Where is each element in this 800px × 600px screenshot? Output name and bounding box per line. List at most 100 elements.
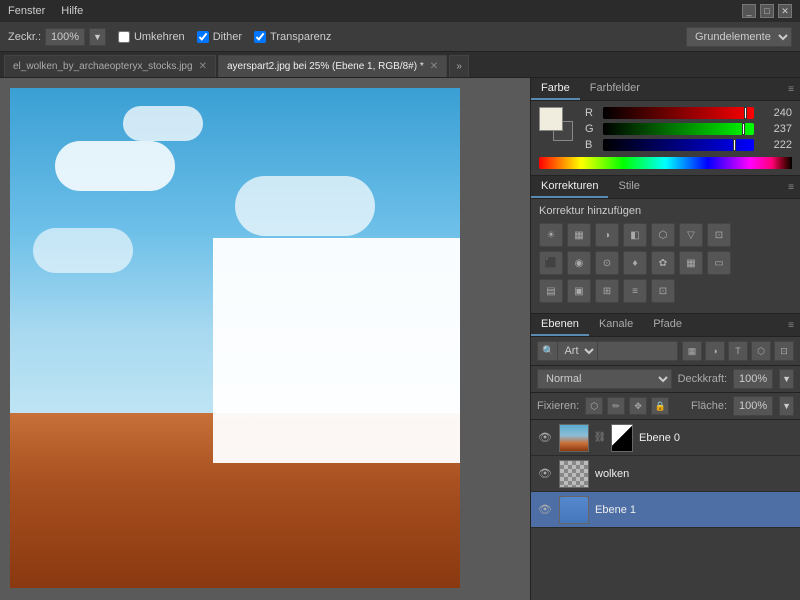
- korr-icon-brightness[interactable]: ☀: [539, 223, 563, 247]
- korr-icon-color-balance[interactable]: ⊡: [707, 223, 731, 247]
- layer-visibility-ebene0[interactable]: 👁: [537, 430, 553, 446]
- korrekturen-panel-menu[interactable]: ≡: [782, 180, 800, 195]
- layer-visibility-ebene1[interactable]: 👁: [537, 502, 553, 518]
- flache-dropdown-button[interactable]: ▼: [779, 396, 794, 416]
- fixieren-label: Fixieren:: [537, 400, 579, 412]
- close-button[interactable]: ✕: [778, 4, 792, 18]
- menu-bar[interactable]: Fenster Hilfe: [8, 5, 83, 17]
- korr-icon-exposure[interactable]: ◧: [623, 223, 647, 247]
- foreground-color[interactable]: [539, 107, 563, 131]
- ebenen-filter-type[interactable]: T: [728, 341, 748, 361]
- title-bar: Fenster Hilfe _ □ ✕: [0, 0, 800, 22]
- flache-label: Fläche:: [691, 400, 727, 412]
- korr-icon-misc[interactable]: ⊡: [651, 279, 675, 303]
- umkehren-label[interactable]: Umkehren: [118, 31, 185, 43]
- tab-overflow-button[interactable]: »: [449, 55, 469, 77]
- window-controls[interactable]: _ □ ✕: [742, 4, 792, 18]
- korr-icon-selective[interactable]: ▤: [539, 279, 563, 303]
- tab-pfade[interactable]: Pfade: [643, 314, 692, 336]
- ebenen-panel-menu[interactable]: ≡: [782, 318, 800, 333]
- tab-bar: el_wolken_by_archaeopteryx_stocks.jpg ✕ …: [0, 52, 800, 78]
- korrekturen-icons-row2: ⬛ ◉ ⊙ ♦ ✿ ▦ ▭: [539, 251, 792, 275]
- ebenen-filter-pixel[interactable]: ▦: [682, 341, 702, 361]
- layer-link-ebene0: ⛓: [595, 432, 605, 443]
- korr-icon-curves[interactable]: ◑: [595, 223, 619, 247]
- korr-icon-photo-filter[interactable]: ◉: [567, 251, 591, 275]
- green-slider-track[interactable]: [603, 123, 754, 135]
- flache-input[interactable]: [733, 396, 773, 416]
- zoom-input[interactable]: [45, 28, 85, 46]
- layer-item-wolken[interactable]: 👁 wolken: [531, 456, 800, 492]
- layer-list: 👁 ⛓ Ebene 0 👁 wolken: [531, 420, 800, 600]
- menu-hilfe[interactable]: Hilfe: [61, 5, 83, 17]
- canvas-area[interactable]: [0, 78, 530, 600]
- transparenz-checkbox[interactable]: [254, 31, 266, 43]
- thumb-blue-ebene1: [560, 497, 588, 523]
- search-box[interactable]: 🔍 Art: [537, 341, 678, 361]
- layer-mask-thumb-ebene0: [611, 424, 633, 452]
- korr-icon-gradient2[interactable]: ≡: [623, 279, 647, 303]
- tab-wolken[interactable]: el_wolken_by_archaeopteryx_stocks.jpg ✕: [4, 55, 216, 77]
- ebenen-filter-adjust[interactable]: ◑: [705, 341, 725, 361]
- deckkraft-dropdown-button[interactable]: ▼: [779, 369, 794, 389]
- color-swatches[interactable]: [539, 107, 577, 143]
- korr-icon-threshold[interactable]: ▦: [679, 251, 703, 275]
- layer-item-ebene0[interactable]: 👁 ⛓ Ebene 0: [531, 420, 800, 456]
- tab-korrekturen[interactable]: Korrekturen: [531, 176, 608, 198]
- art-select[interactable]: Art: [557, 341, 598, 361]
- layer-item-ebene1[interactable]: 👁 Ebene 1: [531, 492, 800, 528]
- korr-icon-pattern[interactable]: ⊞: [595, 279, 619, 303]
- red-slider-thumb[interactable]: [744, 107, 747, 119]
- color-panel-menu[interactable]: ≡: [782, 82, 800, 97]
- fix-brush-icon[interactable]: ✏: [607, 397, 625, 415]
- tab-close-wolken[interactable]: ✕: [199, 61, 207, 72]
- tab-stile[interactable]: Stile: [608, 176, 649, 198]
- layer-thumb-wolken: [559, 460, 589, 488]
- color-spectrum[interactable]: [539, 157, 792, 169]
- tab-kanale[interactable]: Kanale: [589, 314, 643, 336]
- ebenen-panel-tabs: Ebenen Kanale Pfade ≡: [531, 314, 800, 337]
- green-label: G: [585, 123, 597, 135]
- tab-ebenen[interactable]: Ebenen: [531, 314, 589, 336]
- korr-icon-invert[interactable]: ♦: [623, 251, 647, 275]
- korr-icon-posterize[interactable]: ✿: [651, 251, 675, 275]
- korr-icon-channel-mix[interactable]: ⊙: [595, 251, 619, 275]
- ebenen-filter-smart[interactable]: ⊡: [774, 341, 794, 361]
- ebenen-filter-shape[interactable]: ⬡: [751, 341, 771, 361]
- ebenen-panel: Ebenen Kanale Pfade ≡ 🔍 Art ▦ ◑ T: [531, 314, 800, 600]
- layer-name-ebene0: Ebene 0: [639, 432, 794, 444]
- tab-ayerspart[interactable]: ayerspart2.jpg bei 25% (Ebene 1, RGB/8#)…: [218, 55, 447, 77]
- tab-close-ayerspart[interactable]: ✕: [430, 61, 438, 72]
- korr-icon-levels[interactable]: ▦: [567, 223, 591, 247]
- red-slider-track[interactable]: [603, 107, 754, 119]
- dither-label[interactable]: Dither: [197, 31, 242, 43]
- korr-icon-bw[interactable]: ⬛: [539, 251, 563, 275]
- blend-mode-select[interactable]: Normal: [537, 369, 672, 389]
- umkehren-checkbox[interactable]: [118, 31, 130, 43]
- korr-icon-vibrance[interactable]: ⬡: [651, 223, 675, 247]
- blue-slider-track[interactable]: [603, 139, 754, 151]
- spectrum-black-end: [772, 157, 792, 169]
- korrekturen-icons-row3: ▤ ▣ ⊞ ≡ ⊡: [539, 279, 792, 303]
- maximize-button[interactable]: □: [760, 4, 774, 18]
- layer-visibility-wolken[interactable]: 👁: [537, 466, 553, 482]
- fix-move-icon[interactable]: ✥: [629, 397, 647, 415]
- zoom-arrow-button[interactable]: ▼: [89, 28, 106, 46]
- blue-slider-thumb[interactable]: [733, 139, 736, 151]
- korr-icon-hue[interactable]: ▽: [679, 223, 703, 247]
- minimize-button[interactable]: _: [742, 4, 756, 18]
- korr-icon-gradient[interactable]: ▭: [707, 251, 731, 275]
- fix-transparent-icon[interactable]: ⬡: [585, 397, 603, 415]
- cloud-3: [235, 176, 375, 236]
- korr-icon-solid[interactable]: ▣: [567, 279, 591, 303]
- tab-farbfelder[interactable]: Farbfelder: [580, 78, 650, 100]
- green-slider-thumb[interactable]: [742, 123, 745, 135]
- workspace-select[interactable]: Grundelemente: [686, 27, 792, 47]
- deckkraft-input[interactable]: [733, 369, 773, 389]
- fix-lock-icon[interactable]: 🔒: [651, 397, 669, 415]
- transparenz-label[interactable]: Transparenz: [254, 31, 331, 43]
- dither-checkbox[interactable]: [197, 31, 209, 43]
- tab-farbe[interactable]: Farbe: [531, 78, 580, 100]
- menu-fenster[interactable]: Fenster: [8, 5, 45, 17]
- ebenen-filter-icons: ▦ ◑ T ⬡ ⊡: [682, 341, 794, 361]
